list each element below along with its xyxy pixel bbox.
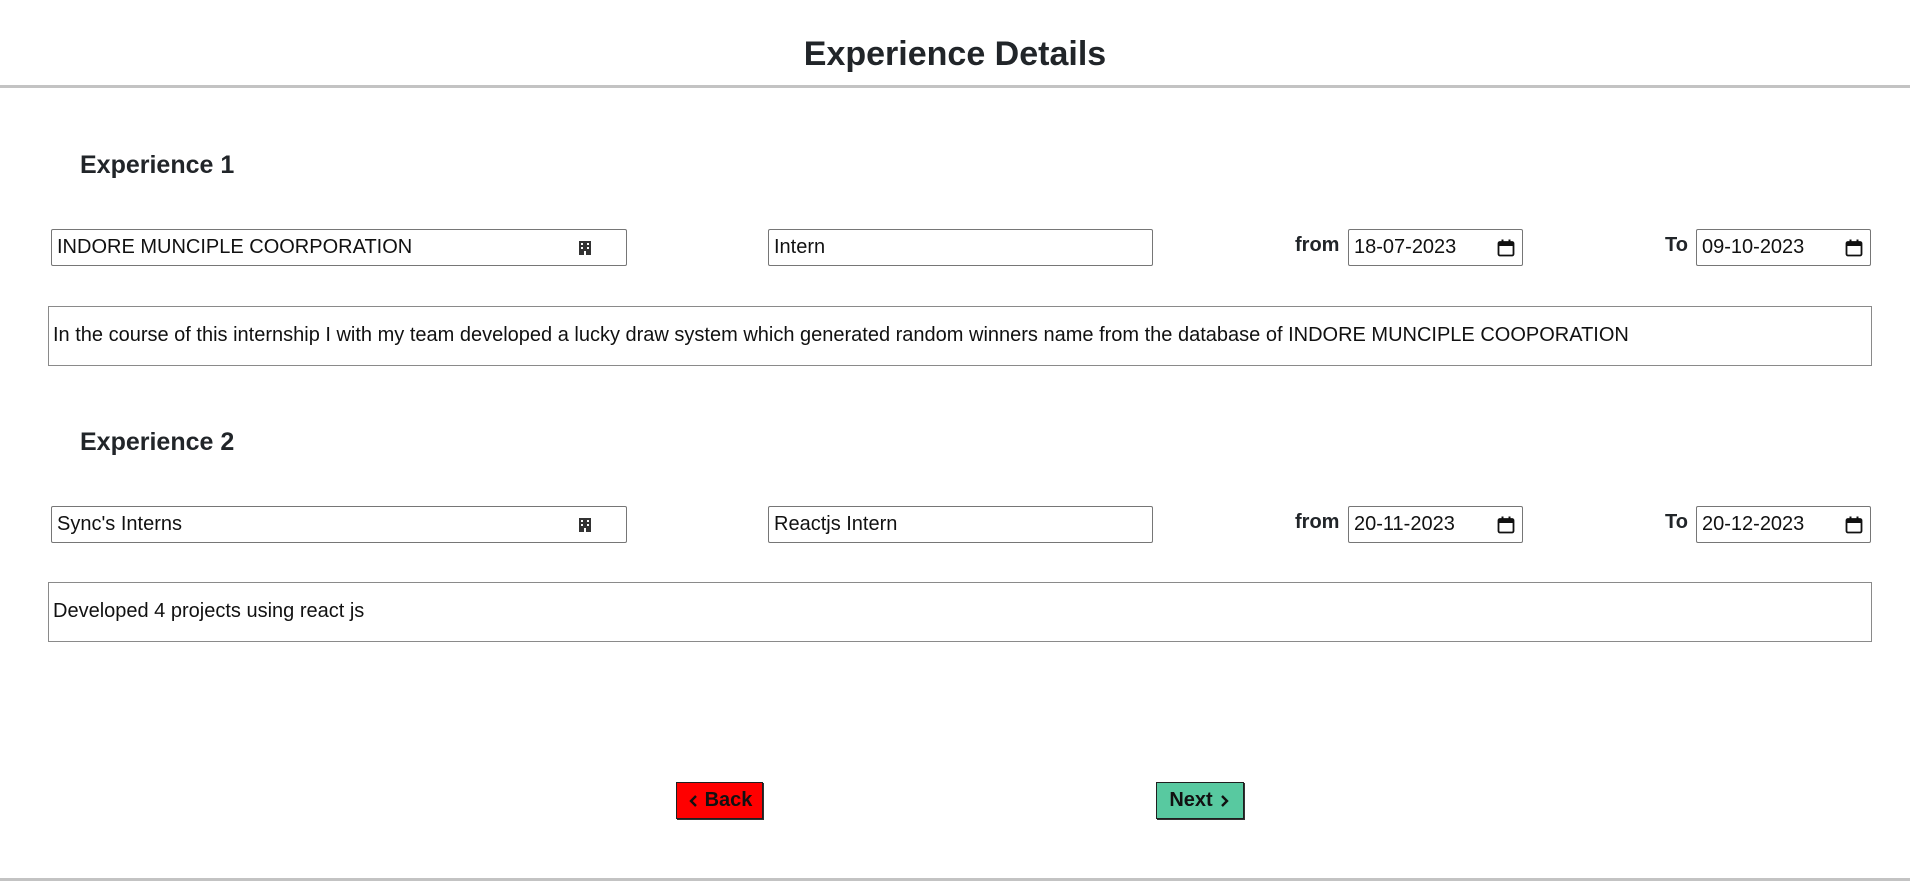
next-button-label: Next xyxy=(1169,789,1213,811)
experience-2-role-input[interactable]: Reactjs Intern xyxy=(768,506,1153,543)
chevron-left-icon xyxy=(688,794,697,807)
experience-1-role-input[interactable]: Intern xyxy=(768,229,1153,266)
experience-2-to-date-input[interactable]: 20-12-2023 xyxy=(1696,506,1871,543)
back-button-label: Back xyxy=(704,789,753,811)
calendar-icon[interactable] xyxy=(1497,516,1515,534)
page-title: Experience Details xyxy=(803,35,1107,73)
experience-1-from-label: from xyxy=(1295,234,1340,256)
experience-1-role-value: Intern xyxy=(774,236,826,258)
calendar-icon[interactable] xyxy=(1845,239,1863,257)
experience-2-to-date-value: 20-12-2023 xyxy=(1702,513,1805,535)
experience-1-company-value: INDORE MUNCIPLE COORPORATION xyxy=(57,236,413,258)
next-button[interactable]: Next xyxy=(1156,782,1244,819)
experience-2-from-date-input[interactable]: 20-11-2023 xyxy=(1348,506,1523,543)
experience-1-heading: Experience 1 xyxy=(80,151,235,179)
experience-1-to-date-value: 09-10-2023 xyxy=(1702,236,1805,258)
experience-1-to-date-input[interactable]: 09-10-2023 xyxy=(1696,229,1871,266)
calendar-icon[interactable] xyxy=(1497,239,1515,257)
back-button[interactable]: Back xyxy=(676,782,763,819)
experience-2-description-textarea[interactable]: Developed 4 projects using react js xyxy=(48,582,1872,642)
building-icon xyxy=(579,517,591,532)
building-icon xyxy=(579,240,591,255)
experience-2-from-date-value: 20-11-2023 xyxy=(1354,513,1455,535)
header-divider xyxy=(0,85,1910,88)
experience-1-from-date-value: 18-07-2023 xyxy=(1354,236,1457,258)
chevron-right-icon xyxy=(1220,794,1229,807)
experience-1-company-input[interactable]: INDORE MUNCIPLE COORPORATION xyxy=(51,229,627,266)
experience-2-heading: Experience 2 xyxy=(80,428,235,456)
experience-2-from-label: from xyxy=(1295,511,1340,533)
experience-1-from-date-input[interactable]: 18-07-2023 xyxy=(1348,229,1523,266)
experience-2-role-value: Reactjs Intern xyxy=(774,513,898,535)
experience-2-company-value: Sync's Interns xyxy=(57,513,182,535)
experience-2-to-label: To xyxy=(1665,511,1688,533)
calendar-icon[interactable] xyxy=(1845,516,1863,534)
experience-1-to-label: To xyxy=(1665,234,1688,256)
experience-1-description-textarea[interactable]: In the course of this internship I with … xyxy=(48,306,1872,366)
experience-2-company-input[interactable]: Sync's Interns xyxy=(51,506,627,543)
footer-divider xyxy=(0,878,1910,881)
page-header: Experience Details xyxy=(0,0,1910,86)
